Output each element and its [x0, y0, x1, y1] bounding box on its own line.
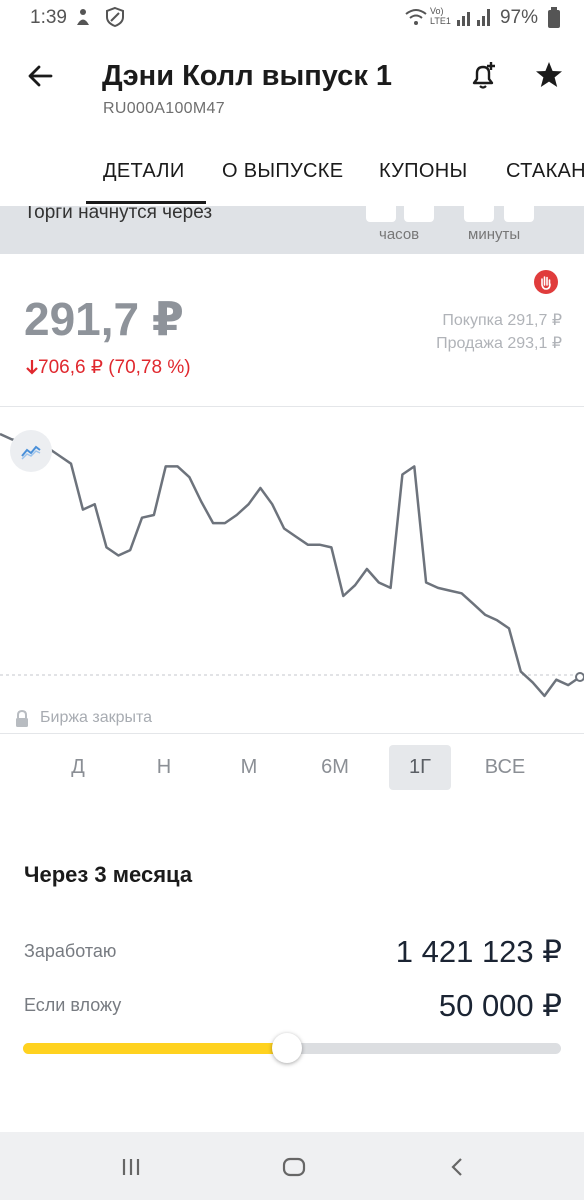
- active-tab-indicator: [86, 201, 206, 204]
- add-alert-button[interactable]: [464, 56, 502, 94]
- network-label: Vo) LTE1: [430, 6, 451, 26]
- wifi-icon: [404, 6, 428, 33]
- chart-type-button[interactable]: [10, 430, 52, 472]
- period-1-year[interactable]: 1Г: [389, 745, 451, 790]
- home-button[interactable]: [277, 1150, 311, 1184]
- last-price-marker: [575, 672, 584, 682]
- price-change: 706,6 ₽ (70,78 %): [26, 356, 191, 381]
- invest-value[interactable]: 50 000 ₽: [439, 988, 562, 1024]
- countdown-banner: Торги начнутся через часов минуты: [0, 206, 584, 254]
- price-chart[interactable]: [0, 407, 584, 733]
- hours-digit-box: [404, 206, 434, 222]
- line-chart-icon: [21, 445, 41, 460]
- period-day[interactable]: Д: [47, 745, 109, 790]
- shield-icon: [104, 6, 126, 33]
- hours-label: часов: [379, 226, 420, 243]
- period-week[interactable]: Н: [133, 745, 195, 790]
- current-price: 291,7 ₽: [24, 293, 184, 345]
- minutes-digit-box: [464, 206, 494, 222]
- header: Дэни Колл выпуск 1 RU000A100M47: [0, 36, 584, 146]
- minutes-label: минуты: [468, 226, 521, 243]
- tab-order-book[interactable]: СТАКАН: [506, 160, 584, 183]
- system-nav-bar: [0, 1132, 584, 1200]
- tab-details[interactable]: ДЕТАЛИ: [103, 160, 185, 183]
- battery-level: 97%: [499, 7, 538, 28]
- slider-fill: [23, 1043, 287, 1054]
- lock-icon: [14, 709, 30, 733]
- period-all[interactable]: ВСЕ: [474, 745, 536, 790]
- recent-apps-button[interactable]: [114, 1150, 148, 1184]
- back-nav-button[interactable]: [441, 1150, 475, 1184]
- earn-label: Заработаю: [24, 941, 117, 961]
- buy-price: Покупка 291,7 ₽: [442, 312, 562, 329]
- signal-icon: [476, 6, 494, 33]
- home-icon: [282, 1157, 306, 1177]
- sell-price: Продажа 293,1 ₽: [436, 335, 562, 352]
- trading-halt-icon[interactable]: [534, 270, 558, 294]
- page-title: Дэни Колл выпуск 1: [102, 60, 393, 92]
- minutes-digit-box: [504, 206, 534, 222]
- tab-bar: ДЕТАЛИ О ВЫПУСКЕ КУПОНЫ СТАКАН: [0, 146, 584, 206]
- battery-icon: [546, 6, 562, 35]
- invest-label: Если вложу: [24, 995, 122, 1015]
- earn-value: 1 421 123 ₽: [395, 934, 562, 969]
- tab-about-issue[interactable]: О ВЫПУСКЕ: [222, 160, 343, 183]
- period-month[interactable]: М: [218, 745, 280, 790]
- bell-plus-icon: [472, 62, 495, 89]
- slider-thumb[interactable]: [271, 1033, 302, 1063]
- calculator-title: Через 3 месяца: [24, 862, 193, 887]
- divider: [0, 733, 584, 734]
- recent-apps-icon: [122, 1159, 140, 1175]
- status-time: 1:39: [30, 7, 67, 28]
- arrow-down-icon: [26, 359, 38, 381]
- price-line: [0, 432, 581, 698]
- price-change-value: 706,6 ₽ (70,78 %): [38, 357, 191, 378]
- isin-code: RU000A100M47: [103, 100, 225, 117]
- exchange-closed-label: Биржа закрыта: [40, 709, 153, 726]
- favorite-button[interactable]: [530, 56, 568, 94]
- period-6-months[interactable]: 6М: [304, 745, 366, 790]
- tab-coupons[interactable]: КУПОНЫ: [379, 160, 467, 183]
- hours-digit-box: [366, 206, 396, 222]
- signal-icon: [456, 6, 474, 33]
- chevron-left-icon: [451, 1158, 462, 1176]
- back-button[interactable]: [22, 58, 58, 94]
- arrow-left-icon: [28, 65, 53, 87]
- status-bar: 1:39 Vo) LTE1 97%: [0, 0, 584, 36]
- countdown-text: Торги начнутся через: [24, 206, 213, 223]
- notification-icon: [72, 6, 94, 33]
- star-icon: [536, 62, 562, 87]
- period-selector: Д Н М 6М 1Г ВСЕ: [0, 745, 584, 791]
